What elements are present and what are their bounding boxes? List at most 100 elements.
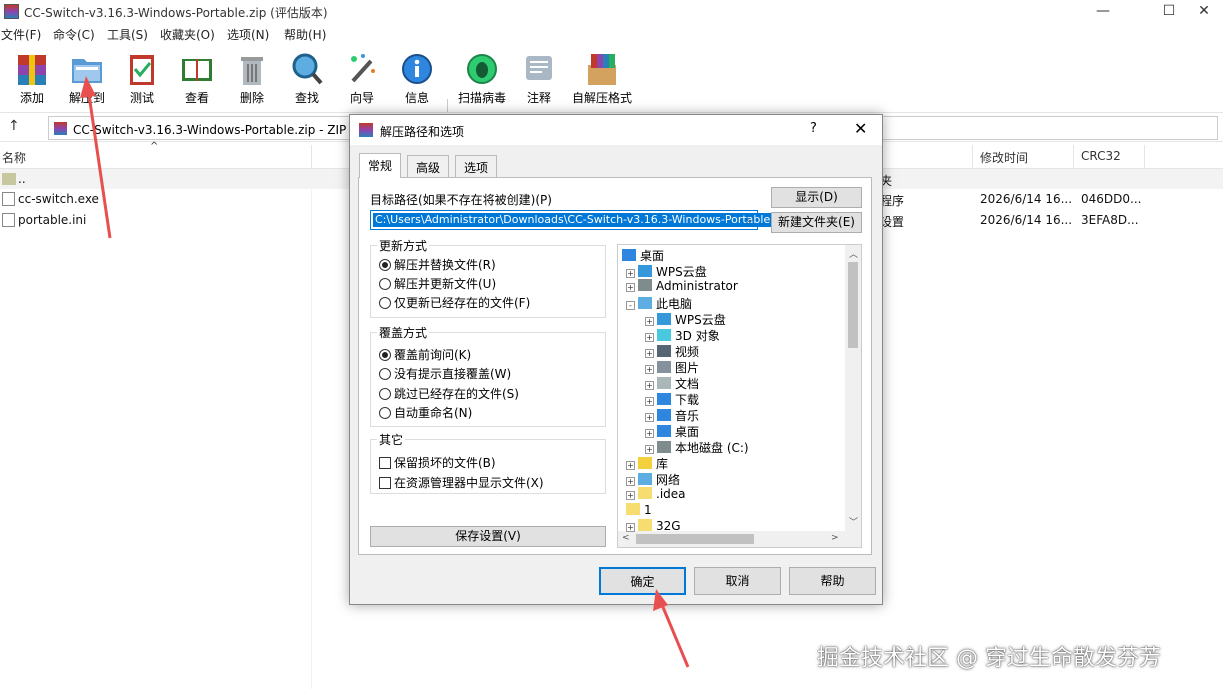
comment-button[interactable]: 注释 [509, 47, 569, 107]
expand-icon[interactable]: + [645, 397, 654, 406]
wizard-button[interactable]: 向导 [332, 47, 392, 107]
menu-options[interactable]: 选项(N) [227, 26, 269, 43]
scroll-down-icon[interactable]: ﹀ [849, 515, 858, 528]
target-path-combobox[interactable]: C:\Users\Administrator\Downloads\CC-Swit… [370, 210, 773, 230]
expand-icon[interactable]: + [645, 349, 654, 358]
tree-item[interactable]: + 下载 [645, 391, 699, 408]
expand-icon[interactable]: + [645, 317, 654, 326]
extract-to-button[interactable]: 解压到 [57, 47, 117, 107]
scroll-left-icon[interactable]: < [622, 533, 630, 543]
tab-general[interactable]: 常规 [359, 153, 402, 178]
cancel-button[interactable]: 取消 [694, 567, 781, 595]
minimize-button[interactable]: — [1080, 0, 1126, 24]
expand-icon[interactable]: + [645, 365, 654, 374]
tree-item[interactable]: + WPS云盘 [645, 311, 726, 328]
radio-extract-replace[interactable]: 解压并替换文件(R) [379, 256, 496, 273]
chevron-down-icon[interactable]: ⌵ [746, 213, 754, 227]
expand-icon[interactable]: + [626, 477, 635, 486]
menu-file[interactable]: 文件(F) [1, 26, 41, 43]
column-name[interactable]: 名称 [2, 149, 26, 166]
menu-commands[interactable]: 命令(C) [53, 26, 95, 43]
exe-file-icon [2, 192, 15, 206]
dialog-help-button[interactable]: ? [810, 121, 817, 136]
menu-favorites[interactable]: 收藏夹(O) [160, 26, 215, 43]
tree-item[interactable]: + 本地磁盘 (C:) [645, 439, 749, 456]
tree-item[interactable]: +32G [626, 519, 681, 533]
download-icon [657, 393, 671, 405]
expand-icon[interactable]: + [626, 461, 635, 470]
new-folder-button[interactable]: 新建文件夹(E) [771, 212, 862, 233]
expand-icon[interactable]: + [626, 491, 635, 500]
expand-icon[interactable]: + [626, 269, 635, 278]
vertical-scrollbar[interactable]: ︿ ﹀ [845, 245, 861, 531]
tree-item[interactable]: + 库 [626, 455, 668, 472]
expand-icon[interactable]: + [626, 283, 635, 292]
menu-tools[interactable]: 工具(S) [107, 26, 148, 43]
ok-button[interactable]: 确定 [599, 567, 686, 595]
delete-button[interactable]: 删除 [222, 47, 282, 107]
cloud-icon [638, 265, 652, 277]
tree-item[interactable]: + 图片 [645, 359, 699, 376]
dialog-close-button[interactable]: ✕ [854, 119, 867, 138]
radio-update-existing[interactable]: 仅更新已经存在的文件(F) [379, 294, 530, 311]
view-book-icon [182, 59, 212, 81]
expand-icon[interactable]: + [645, 381, 654, 390]
checkbox-keep-broken[interactable]: 保留损坏的文件(B) [379, 454, 496, 471]
sfx-button[interactable]: 自解压格式 [572, 47, 632, 107]
tree-item[interactable]: + 视频 [645, 343, 699, 360]
menu-help[interactable]: 帮助(H) [284, 26, 326, 43]
tab-panel-general: 目标路径(如果不存在将被创建)(P) C:\Users\Administrato… [358, 177, 872, 555]
tree-item[interactable]: + Administrator [626, 279, 738, 293]
expand-icon[interactable]: + [645, 333, 654, 342]
winrar-app-icon [4, 4, 19, 19]
radio-auto-rename[interactable]: 自动重命名(N) [379, 404, 472, 421]
view-button[interactable]: 查看 [167, 47, 227, 107]
column-modified[interactable]: 修改时间 [980, 149, 1028, 166]
collapse-icon[interactable]: - [626, 301, 635, 310]
target-path-label: 目标路径(如果不存在将被创建)(P) [370, 193, 552, 207]
tree-item[interactable]: + 网络 [626, 471, 680, 488]
expand-icon[interactable]: + [645, 429, 654, 438]
expand-icon[interactable]: + [626, 523, 635, 532]
cube-icon [657, 329, 671, 341]
radio-extract-update[interactable]: 解压并更新文件(U) [379, 275, 496, 292]
expand-icon[interactable]: + [645, 413, 654, 422]
tree-item[interactable]: 桌面 [622, 247, 664, 264]
radio-skip-existing[interactable]: 跳过已经存在的文件(S) [379, 385, 519, 402]
tree-item-label: 视频 [675, 345, 700, 359]
scroll-up-icon[interactable]: ︿ [849, 247, 858, 260]
info-button[interactable]: 信息 [387, 47, 447, 107]
scan-virus-button[interactable]: 扫描病毒 [452, 47, 512, 107]
tree-item[interactable]: - 此电脑 [626, 295, 692, 312]
scrollbar-thumb[interactable] [636, 534, 754, 544]
save-settings-button[interactable]: 保存设置(V) [370, 526, 606, 547]
horizontal-scrollbar[interactable]: < > [618, 531, 861, 547]
tree-item[interactable]: + 音乐 [645, 407, 699, 424]
window-title: CC-Switch-v3.16.3-Windows-Portable.zip (… [24, 6, 328, 20]
folder-tree[interactable]: ︿ ﹀ < > 桌面 + WPS云盘 + Administrator - 此电脑 + WPS云盘… [617, 244, 862, 548]
checkbox-show-in-explorer[interactable]: 在资源管理器中显示文件(X) [379, 474, 544, 491]
show-button[interactable]: 显示(D) [771, 187, 862, 208]
tree-item[interactable]: +3D 对象 [645, 327, 720, 344]
find-button[interactable]: 查找 [277, 47, 337, 107]
radio-ask-before-overwrite[interactable]: 覆盖前询问(K) [379, 346, 471, 363]
expand-icon[interactable]: + [645, 445, 654, 454]
tree-item[interactable]: + 文档 [645, 375, 699, 392]
tree-item[interactable]: + 桌面 [645, 423, 699, 440]
close-button[interactable]: ✕ [1181, 0, 1223, 24]
find-label: 查找 [294, 91, 319, 105]
tree-item[interactable]: + .idea [626, 487, 686, 501]
tab-advanced[interactable]: 高级 [407, 155, 450, 177]
tree-item[interactable]: + WPS云盘 [626, 263, 707, 280]
tab-options[interactable]: 选项 [455, 155, 498, 177]
column-divider [972, 145, 973, 169]
up-arrow-icon[interactable]: ↑ [8, 118, 20, 134]
add-button[interactable]: 添加 [2, 47, 62, 107]
help-button[interactable]: 帮助 [789, 567, 876, 595]
test-button[interactable]: 测试 [112, 47, 172, 107]
tree-item[interactable]: 1 [626, 503, 652, 517]
radio-overwrite-without-prompt[interactable]: 没有提示直接覆盖(W) [379, 365, 511, 382]
scroll-right-icon[interactable]: > [831, 533, 839, 543]
scrollbar-thumb[interactable] [848, 262, 858, 348]
column-crc32[interactable]: CRC32 [1081, 149, 1121, 163]
